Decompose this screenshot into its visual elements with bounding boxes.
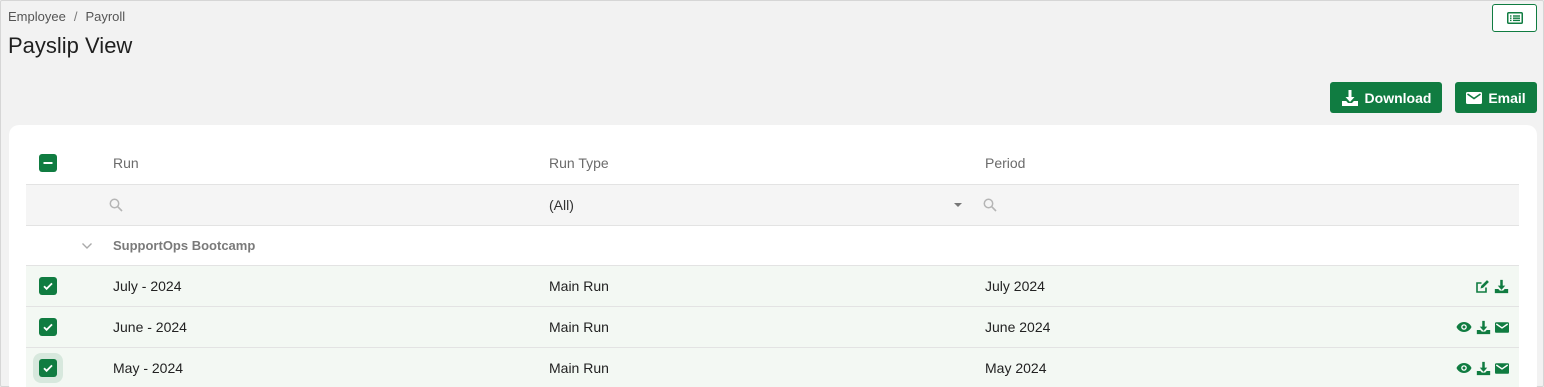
list-view-icon	[1506, 12, 1523, 24]
download-button[interactable]: Download	[1330, 82, 1442, 113]
run-type-filter-value: (All)	[549, 197, 574, 213]
indeterminate-icon	[43, 162, 53, 164]
download-icon	[1341, 89, 1358, 106]
group-row[interactable]: SupportOps Bootcamp	[26, 226, 1519, 266]
select-all-cell	[38, 142, 58, 184]
cell-run: July - 2024	[113, 278, 182, 294]
payslip-grid-card: Run Run Type Period (All) SupportOps Boo…	[9, 125, 1537, 387]
search-icon	[109, 198, 123, 212]
email-icon[interactable]	[1495, 362, 1509, 374]
download-icon[interactable]	[1494, 279, 1509, 294]
cell-period: July 2024	[985, 278, 1045, 294]
row-select-cell	[38, 348, 58, 387]
row-checkbox[interactable]	[39, 359, 57, 377]
view-icon[interactable]	[1456, 321, 1472, 333]
view-icon[interactable]	[1456, 362, 1472, 374]
row-actions	[1456, 307, 1509, 347]
grid-header-row: Run Run Type Period	[26, 142, 1519, 185]
cell-run-type: Main Run	[549, 319, 609, 335]
table-row[interactable]: July - 2024 Main Run July 2024	[26, 266, 1519, 307]
column-header-period[interactable]: Period	[985, 142, 1025, 184]
email-button[interactable]: Email	[1455, 82, 1537, 113]
mail-icon	[1466, 91, 1483, 104]
check-icon	[43, 364, 53, 373]
run-type-filter-select[interactable]: (All)	[549, 185, 965, 225]
breadcrumb-payroll[interactable]: Payroll	[85, 9, 125, 24]
caret-down-icon	[954, 203, 962, 207]
select-all-checkbox[interactable]	[39, 154, 57, 172]
cell-period: May 2024	[985, 360, 1047, 376]
grid-filter-row: (All)	[26, 185, 1519, 226]
cell-run: May - 2024	[113, 360, 184, 376]
page-title: Payslip View	[8, 33, 133, 58]
row-checkbox[interactable]	[39, 277, 57, 295]
column-header-run[interactable]: Run	[113, 142, 139, 184]
edit-icon[interactable]	[1475, 279, 1490, 294]
group-toggle[interactable]	[81, 226, 93, 265]
view-toggle-button[interactable]	[1492, 4, 1537, 32]
group-label: SupportOps Bootcamp	[113, 238, 256, 253]
row-select-cell	[38, 266, 58, 306]
cell-run-type: Main Run	[549, 278, 609, 294]
download-button-label: Download	[1364, 89, 1432, 106]
table-row[interactable]: June - 2024 Main Run June 2024	[26, 307, 1519, 348]
run-filter-input[interactable]	[109, 185, 123, 225]
row-select-cell	[38, 307, 58, 347]
cell-period: June 2024	[985, 319, 1051, 335]
breadcrumb-separator: /	[73, 9, 78, 24]
row-actions	[1475, 266, 1509, 306]
download-icon[interactable]	[1476, 320, 1491, 335]
check-icon	[43, 323, 53, 332]
search-icon	[983, 198, 997, 212]
table-row[interactable]: May - 2024 Main Run May 2024	[26, 348, 1519, 387]
email-icon[interactable]	[1495, 321, 1509, 333]
email-button-label: Email	[1488, 89, 1526, 106]
period-filter-input[interactable]	[983, 185, 997, 225]
breadcrumb-employee[interactable]: Employee	[8, 9, 66, 24]
check-icon	[43, 282, 53, 291]
column-header-run-type[interactable]: Run Type	[549, 142, 609, 184]
row-checkbox[interactable]	[39, 318, 57, 336]
chevron-down-icon	[82, 242, 92, 249]
cell-run: June - 2024	[113, 319, 187, 335]
row-actions	[1456, 348, 1509, 387]
cell-run-type: Main Run	[549, 360, 609, 376]
breadcrumb: Employee / Payroll	[8, 9, 125, 24]
download-icon[interactable]	[1476, 361, 1491, 376]
payslip-grid: Run Run Type Period (All) SupportOps Boo…	[26, 142, 1519, 387]
